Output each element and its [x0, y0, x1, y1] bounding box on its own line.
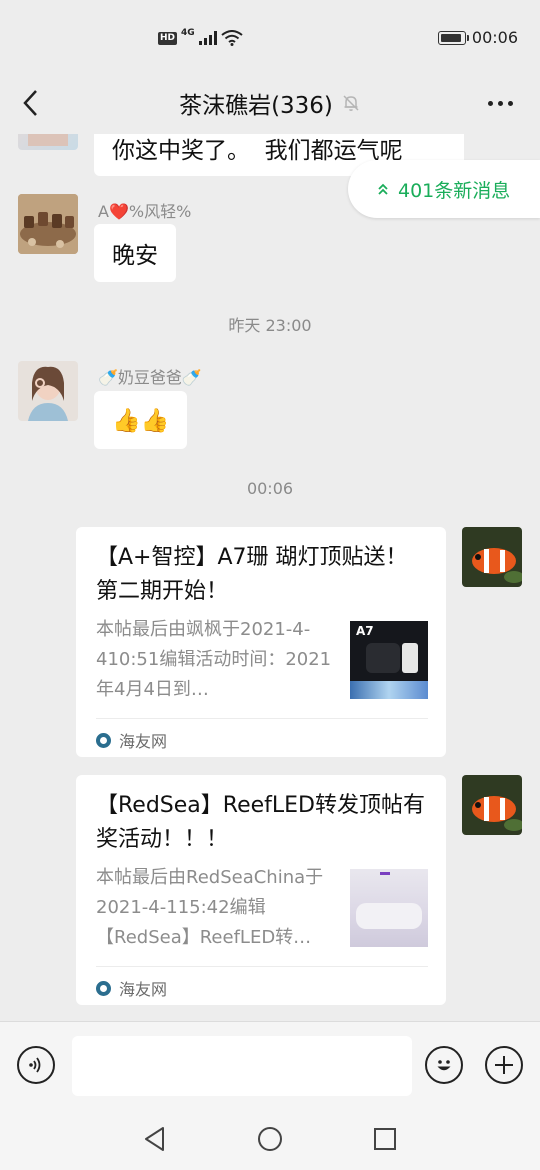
link-card[interactable]: 【RedSea】ReefLED转发顶帖有奖活动！！！ 本帖最后由RedSeaCh…: [76, 775, 446, 1005]
card-source-label: 海友网: [119, 980, 168, 999]
chat-title-wrap: 茶沫礁岩(336): [0, 86, 540, 120]
source-logo-icon: [96, 732, 111, 748]
sender-name: 🍼奶豆爸爸🍼: [98, 368, 202, 387]
hd-badge: HD: [158, 31, 178, 45]
new-messages-label: 401条新消息: [398, 179, 511, 202]
card-thumbnail: [350, 869, 428, 947]
card-thumbnail-label: A7: [356, 624, 374, 638]
message-text: 你这中奖了。 我们都运气呢: [112, 138, 403, 164]
back-button[interactable]: [14, 86, 48, 120]
timestamp: 昨天 23:00: [228, 316, 312, 335]
nav-back-icon[interactable]: [143, 1126, 167, 1152]
status-bar: HD 4G 00:06: [0, 0, 540, 78]
card-source: 海友网: [96, 728, 167, 752]
card-description: 本帖最后由飒枫于2021-4-410:51编辑活动时间：2021年4月4日到…: [96, 619, 332, 700]
network-type: 4G: [181, 28, 195, 38]
sender-name: A❤️%风轻%: [98, 202, 192, 221]
message-bubble[interactable]: 晚安: [94, 224, 176, 282]
status-time: 00:06: [471, 28, 518, 47]
card-description: 本帖最后由RedSeaChina于2021-4-115:42编辑【RedSea】…: [96, 867, 324, 948]
card-divider: [96, 966, 428, 967]
avatar[interactable]: [18, 361, 78, 421]
card-title: 【A+智控】A7珊 瑚灯顶贴送！第二期开始！: [96, 545, 408, 604]
link-card[interactable]: 【A+智控】A7珊 瑚灯顶贴送！第二期开始！ 本帖最后由飒枫于2021-4-41…: [76, 527, 446, 757]
card-source-label: 海友网: [119, 732, 168, 751]
message-bubble[interactable]: 👍👍: [94, 391, 188, 449]
nav-recents-icon[interactable]: [373, 1127, 397, 1151]
message-text: 👍👍: [112, 407, 170, 434]
voice-button[interactable]: [17, 1046, 55, 1084]
emoji-button[interactable]: [425, 1046, 463, 1084]
source-logo-icon: [96, 980, 111, 996]
new-messages-button[interactable]: 401条新消息: [348, 160, 540, 218]
nav-home-icon[interactable]: [257, 1126, 283, 1152]
chat-messages[interactable]: 你这中奖了。 我们都运气呢 401条新消息 A❤️%风轻% 晚安 昨天 23:0…: [0, 134, 540, 1020]
network-indicators: HD 4G: [158, 28, 243, 46]
chat-title: 茶沫礁岩(336): [179, 93, 333, 119]
card-divider: [96, 718, 428, 719]
system-navigation-bar: [0, 1106, 540, 1170]
avatar[interactable]: [462, 527, 522, 587]
card-thumbnail: A7: [350, 621, 428, 699]
voice-icon: [29, 1057, 41, 1073]
double-chevron-up-icon: [378, 183, 388, 195]
mute-bell-icon: [343, 95, 359, 111]
more-button[interactable]: [478, 86, 522, 120]
timestamp: 00:06: [246, 479, 294, 498]
back-arrow-icon: [23, 90, 37, 116]
chat-header: 茶沫礁岩(336): [0, 72, 540, 134]
card-source: 海友网: [96, 976, 167, 1000]
message-input[interactable]: [72, 1036, 412, 1096]
message-text: 晚安: [112, 243, 158, 269]
signal-icon: [198, 31, 217, 45]
emoji-icon: [437, 1060, 451, 1071]
avatar[interactable]: [462, 775, 522, 835]
wifi-icon: [221, 30, 243, 46]
avatar[interactable]: [18, 194, 78, 254]
input-bar: [0, 1021, 540, 1106]
avatar[interactable]: [18, 134, 78, 150]
status-right: 00:06: [437, 28, 518, 47]
more-icon: [487, 100, 493, 106]
card-title: 【RedSea】ReefLED转发顶帖有奖活动！！！: [96, 793, 425, 852]
plus-button[interactable]: [485, 1046, 523, 1084]
plus-icon: [495, 1056, 513, 1074]
battery-icon: [437, 30, 469, 45]
